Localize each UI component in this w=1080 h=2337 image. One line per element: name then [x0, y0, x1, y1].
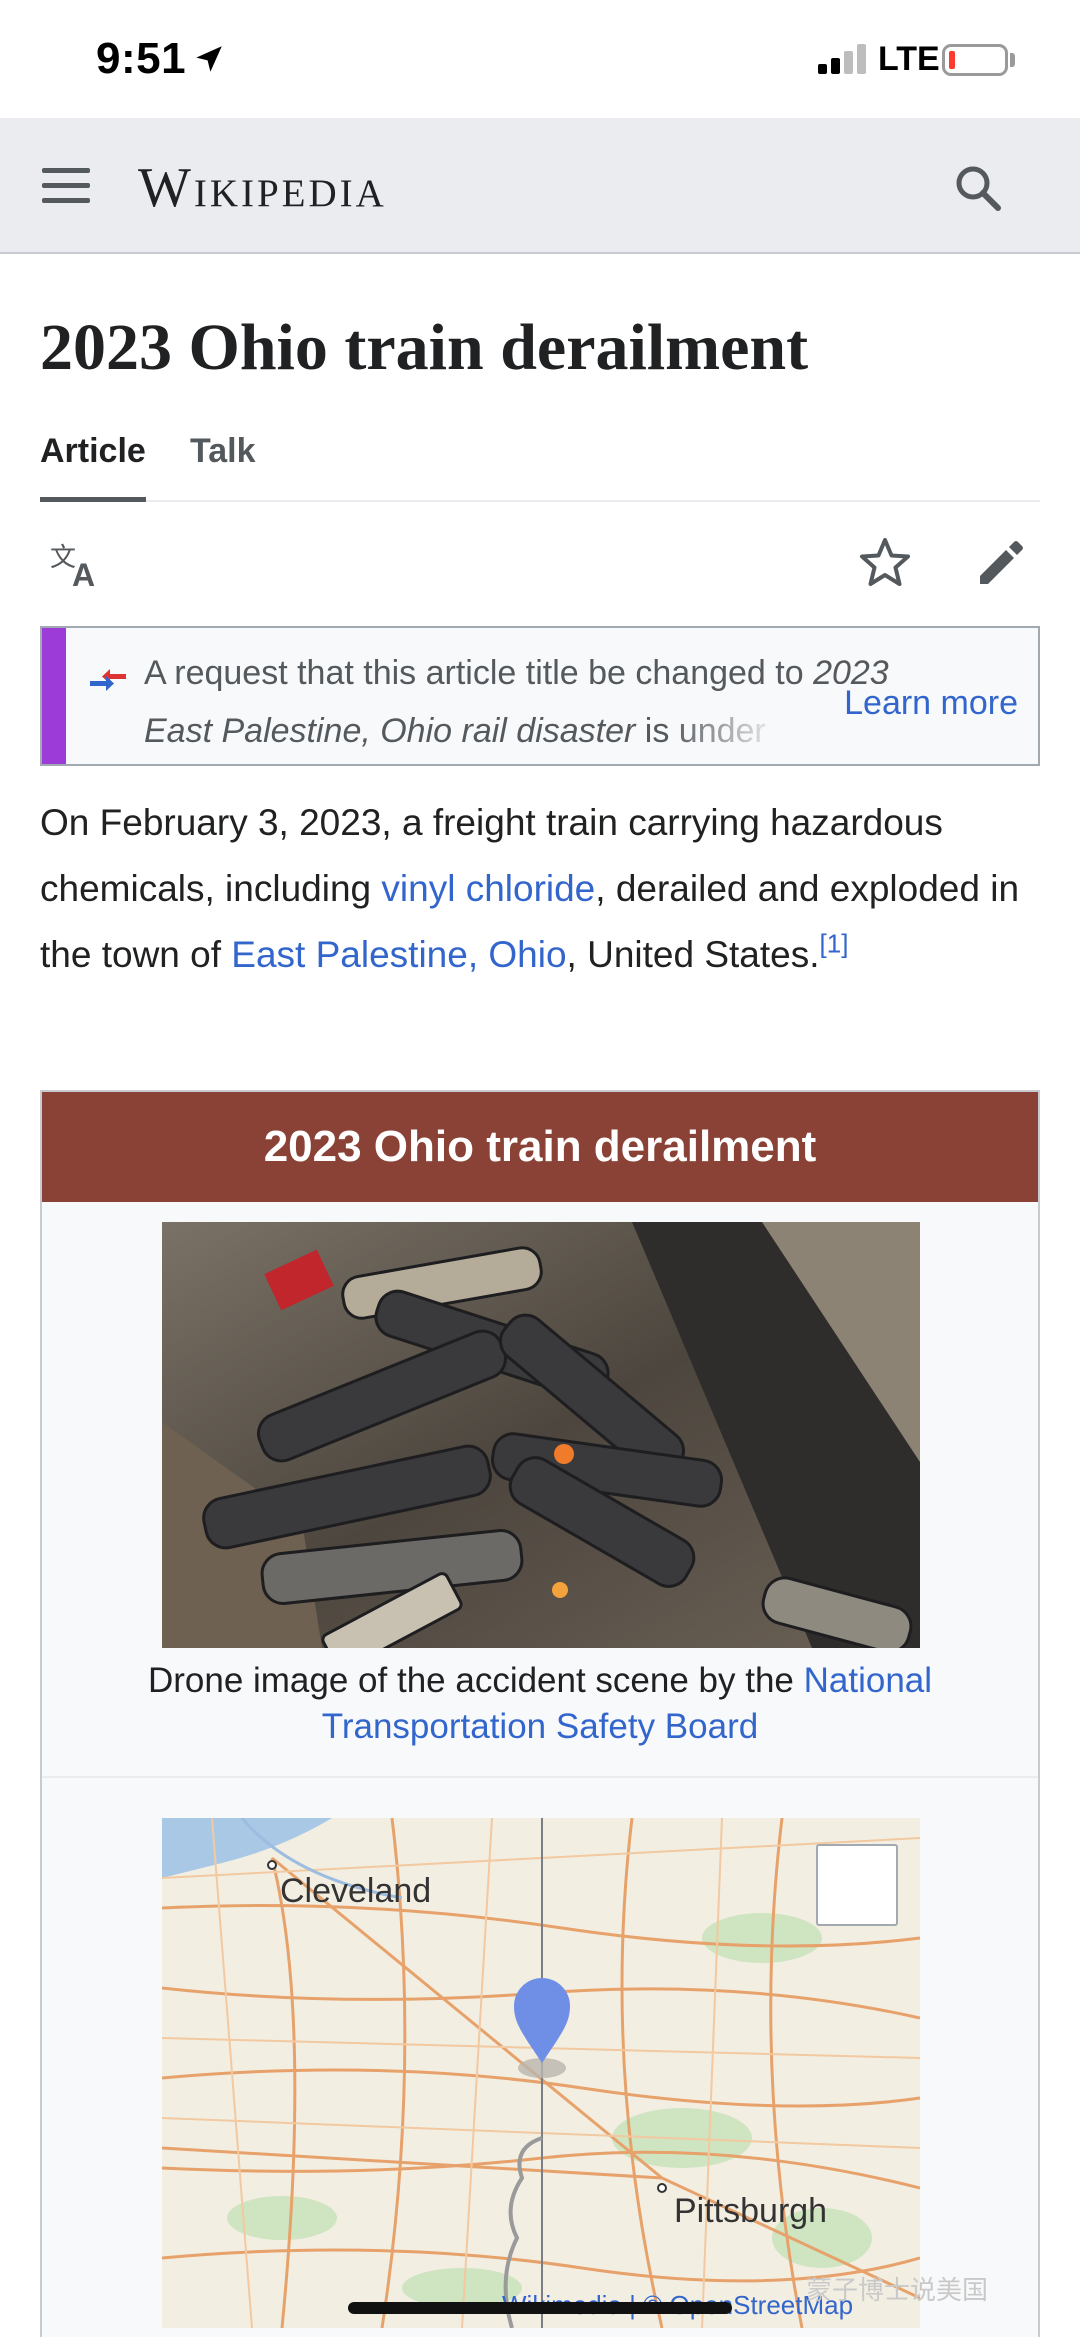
wikipedia-wordmark[interactable]: Wikipedia — [138, 156, 387, 220]
map-label-pittsburgh: Pittsburgh — [674, 2192, 828, 2230]
svg-text:A: A — [72, 557, 95, 590]
title-change-notice: A request that this article title be cha… — [40, 626, 1040, 766]
map-fullscreen-toggle[interactable] — [816, 1844, 898, 1926]
notice-accent-bar — [42, 628, 66, 764]
battery-tip — [1010, 53, 1015, 67]
link-vinyl-chloride[interactable]: vinyl chloride — [381, 868, 595, 909]
infobox: 2023 Ohio train derailment Drone image o… — [40, 1090, 1040, 2337]
reference-1[interactable]: [1] — [820, 929, 849, 959]
battery-level — [949, 51, 955, 69]
tab-talk[interactable]: Talk — [190, 432, 256, 502]
page-tabs: Article Talk — [40, 432, 1040, 502]
signal-icon — [818, 44, 866, 74]
infobox-divider — [42, 1776, 1038, 1778]
infobox-title: 2023 Ohio train derailment — [42, 1092, 1038, 1202]
notice-text-line2: East Palestine, Ohio rail disaster is un… — [144, 712, 766, 750]
watermark-text: 蒙子博士说美国 — [806, 2275, 989, 2305]
network-type: LTE — [878, 40, 940, 78]
move-arrows-icon — [90, 669, 126, 691]
watch-star-icon[interactable] — [858, 536, 912, 590]
menu-icon[interactable] — [42, 166, 90, 206]
home-indicator[interactable] — [348, 2302, 732, 2314]
language-icon[interactable]: 文 A — [50, 540, 106, 590]
battery-icon — [942, 44, 1008, 76]
map-label-cleveland: Cleveland — [280, 1872, 432, 1910]
location-arrow-icon — [196, 46, 222, 72]
lead-paragraph: On February 3, 2023, a freight train car… — [40, 802, 1020, 975]
search-icon[interactable] — [952, 162, 1004, 214]
location-map-drawing — [162, 1818, 920, 2328]
location-map[interactable]: Cleveland Pittsburgh Wikimedia | © OpenS… — [162, 1818, 920, 2328]
derailment-photo-drawing — [162, 1222, 920, 1648]
edit-pencil-icon[interactable] — [974, 536, 1028, 590]
page-title: 2023 Ohio train derailment — [40, 311, 809, 384]
status-time: 9:51 — [96, 34, 187, 83]
photo-caption: Drone image of the accident scene by the… — [147, 1661, 933, 1746]
link-east-palestine[interactable]: East Palestine, Ohio — [231, 934, 566, 975]
derailment-photo[interactable] — [162, 1222, 920, 1648]
site-header: Wikipedia — [0, 118, 1080, 254]
learn-more-link[interactable]: Learn more — [832, 684, 1018, 723]
tab-article[interactable]: Article — [40, 432, 146, 502]
status-bar: 9:51 LTE — [0, 0, 1080, 118]
